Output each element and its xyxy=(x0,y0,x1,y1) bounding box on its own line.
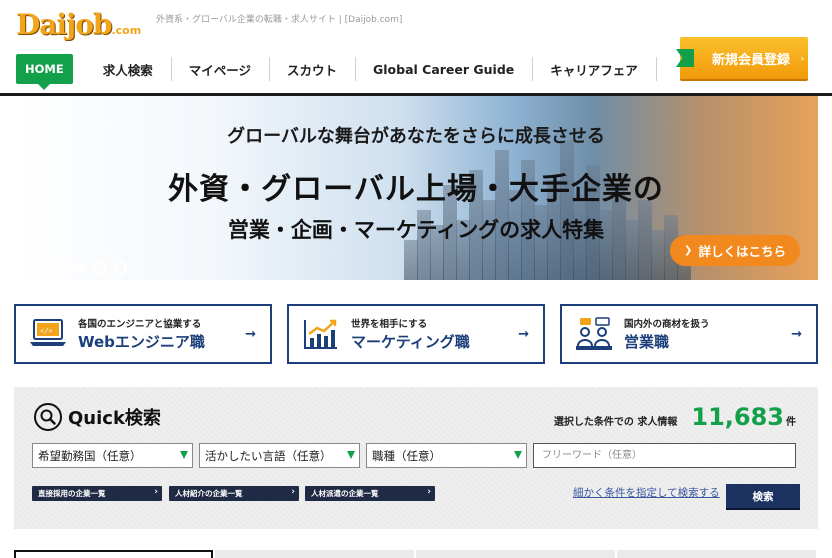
dropdown-arrow-icon xyxy=(180,451,188,459)
card-title: マーケティング職 xyxy=(351,333,470,351)
site-logo[interactable]: Daijob.com xyxy=(16,8,141,41)
register-button[interactable]: 新規会員登録 › xyxy=(676,37,808,79)
card-sales[interactable]: 国内外の商材を扱う 営業職 → xyxy=(560,304,818,364)
main-nav: HOME 求人検索 マイページ スカウト Global Career Guide… xyxy=(16,54,657,84)
chevron-right-icon: › xyxy=(154,487,158,497)
site-tagline: 外資系・グローバル企業の転職・求人サイト | [Daijob.com] xyxy=(156,15,403,25)
quick-search-panel: Quick検索 選択した条件での 求人情報 11,683 件 希望勤務国（任意）… xyxy=(14,387,818,529)
chevron-right-icon: ❯ xyxy=(684,245,693,256)
recruiting-agency-companies-link[interactable]: 人材紹介の企業一覧 › xyxy=(169,486,299,501)
search-button[interactable]: 検索 xyxy=(726,484,800,508)
carousel-dot[interactable] xyxy=(115,262,127,274)
card-title: Webエンジニア職 xyxy=(78,333,205,351)
arrow-right-icon: → xyxy=(791,326,802,342)
nav-scout[interactable]: スカウト xyxy=(268,54,355,84)
nav-global-career-guide[interactable]: Global Career Guide xyxy=(355,54,532,84)
nav-mypage[interactable]: マイページ xyxy=(170,54,269,84)
site-header: Daijob.com 外資系・グローバル企業の転職・求人サイト | [Daijo… xyxy=(0,0,832,96)
content-tabs xyxy=(14,550,818,558)
card-caption: 世界を相手にする xyxy=(351,319,428,330)
chevron-right-icon: › xyxy=(800,54,804,63)
language-select[interactable]: 活かしたい言語（任意） xyxy=(199,443,360,468)
building-shape xyxy=(560,140,574,280)
dropdown-arrow-icon xyxy=(347,451,355,459)
card-title: 営業職 xyxy=(624,333,670,351)
arrow-right-icon: → xyxy=(245,326,256,342)
job-count-unit: 件 xyxy=(786,417,796,428)
category-cards: </> 各国のエンジニアと協業する Webエンジニア職 → 世界を相手にする マ… xyxy=(14,304,818,364)
arrow-right-icon: → xyxy=(518,326,529,342)
card-caption: 各国のエンジニアと協業する xyxy=(78,319,202,330)
banner-details-button[interactable]: ❯ 詳しくはこちら xyxy=(670,235,800,266)
laptop-code-icon: </> xyxy=(30,319,66,346)
card-web-engineer[interactable]: </> 各国のエンジニアと協業する Webエンジニア職 → xyxy=(14,304,272,364)
card-marketing[interactable]: 世界を相手にする マーケティング職 → xyxy=(287,304,545,364)
banner-title: 外資・グローバル上場・大手企業の xyxy=(168,172,664,207)
carousel-dot[interactable] xyxy=(73,262,85,274)
team-meeting-icon xyxy=(576,317,612,350)
job-count-value: 11,683 xyxy=(691,403,784,431)
country-select[interactable]: 希望勤務国（任意） xyxy=(32,443,193,468)
staffing-companies-link[interactable]: 人材派遣の企業一覧 › xyxy=(305,486,435,501)
flag-icon xyxy=(676,49,694,67)
tab-3[interactable] xyxy=(416,550,615,558)
nav-job-search[interactable]: 求人検索 xyxy=(85,54,171,84)
card-caption: 国内外の商材を扱う xyxy=(624,319,710,330)
nav-home[interactable]: HOME xyxy=(16,54,73,84)
carousel-dot[interactable] xyxy=(94,262,106,274)
chart-growth-icon xyxy=(304,319,337,349)
carousel-dot[interactable] xyxy=(52,262,64,274)
tab-1[interactable] xyxy=(14,550,214,558)
direct-hire-companies-link[interactable]: 直接採用の企業一覧 › xyxy=(32,486,162,501)
dropdown-arrow-icon xyxy=(514,451,522,459)
nav-career-fair[interactable]: キャリアフェア xyxy=(532,54,657,84)
quick-search-title: Quick検索 xyxy=(34,403,161,431)
banner-subtitle: グローバルな舞台があなたをさらに成長させる xyxy=(227,126,605,147)
svg-text:</>: </> xyxy=(40,327,53,335)
freeword-input[interactable] xyxy=(533,443,796,468)
job-count: 選択した条件での 求人情報 11,683 件 xyxy=(554,403,796,431)
building-shape xyxy=(404,240,418,280)
chevron-right-icon: › xyxy=(291,487,295,497)
tab-2[interactable] xyxy=(215,550,415,558)
advanced-search-link[interactable]: 細かく条件を指定して検索する xyxy=(573,485,720,500)
chevron-right-icon: › xyxy=(427,487,431,497)
search-icon xyxy=(34,403,62,431)
hero-banner[interactable]: グローバルな舞台があなたをさらに成長させる 外資・グローバル上場・大手企業の 営… xyxy=(14,96,818,280)
job-type-select[interactable]: 職種（任意） xyxy=(366,443,527,468)
tab-4[interactable] xyxy=(617,550,816,558)
carousel-dots xyxy=(52,262,127,274)
job-count-label: 選択した条件での 求人情報 xyxy=(553,417,678,428)
